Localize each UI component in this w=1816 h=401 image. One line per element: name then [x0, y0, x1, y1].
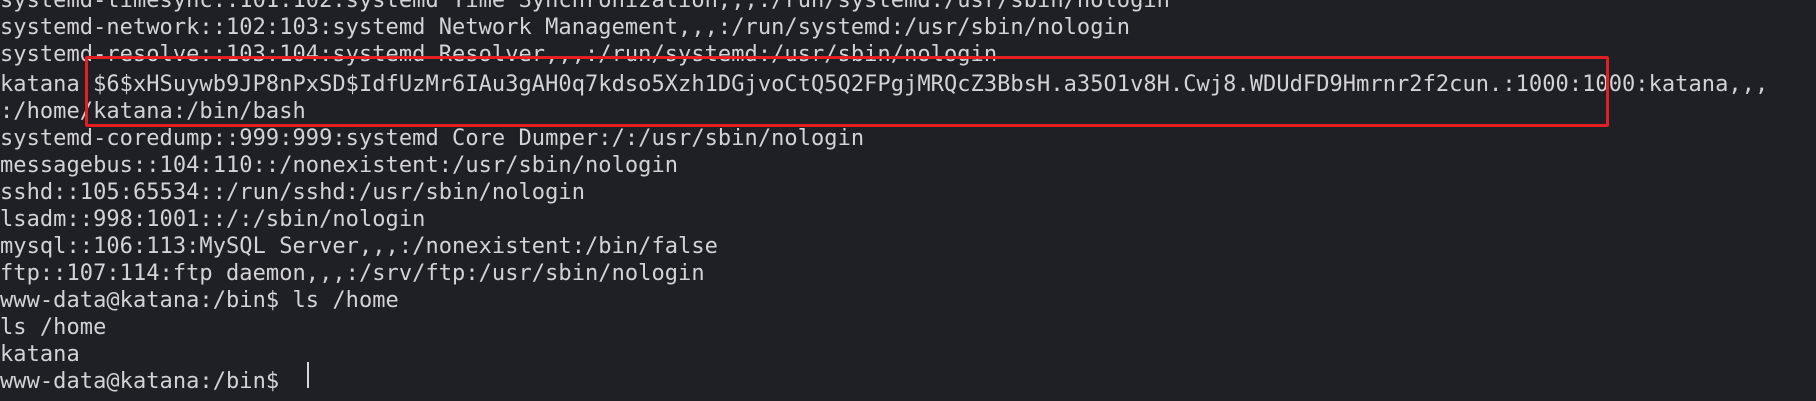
- terminal-line: lsadm::998:1001::/:/sbin/nologin: [0, 207, 426, 232]
- terminal-line: messagebus::104:110::/nonexistent:/usr/s…: [0, 153, 679, 178]
- terminal-line: katana: [0, 342, 80, 367]
- terminal-prompt: www-data@katana:/bin$: [0, 369, 293, 394]
- highlight-box: [85, 56, 1609, 127]
- terminal-line: www-data@katana:/bin$ ls /home: [0, 288, 399, 313]
- terminal-line: systemd-timesync::101:102:systemd Time S…: [0, 0, 1170, 13]
- terminal-line: systemd-coredump::999:999:systemd Core D…: [0, 126, 865, 151]
- terminal-line: sshd::105:65534::/run/sshd:/usr/sbin/nol…: [0, 180, 585, 205]
- text-cursor: [307, 362, 309, 388]
- terminal-line: ftp::107:114:ftp daemon,,,:/srv/ftp:/usr…: [0, 261, 705, 286]
- terminal-line: ls /home: [0, 315, 107, 340]
- terminal-window[interactable]: systemd-timesync::101:102:systemd Time S…: [0, 0, 1816, 401]
- terminal-line: mysql::106:113:MySQL Server,,,:/nonexist…: [0, 234, 718, 259]
- terminal-line: systemd-network::102:103:systemd Network…: [0, 15, 1131, 40]
